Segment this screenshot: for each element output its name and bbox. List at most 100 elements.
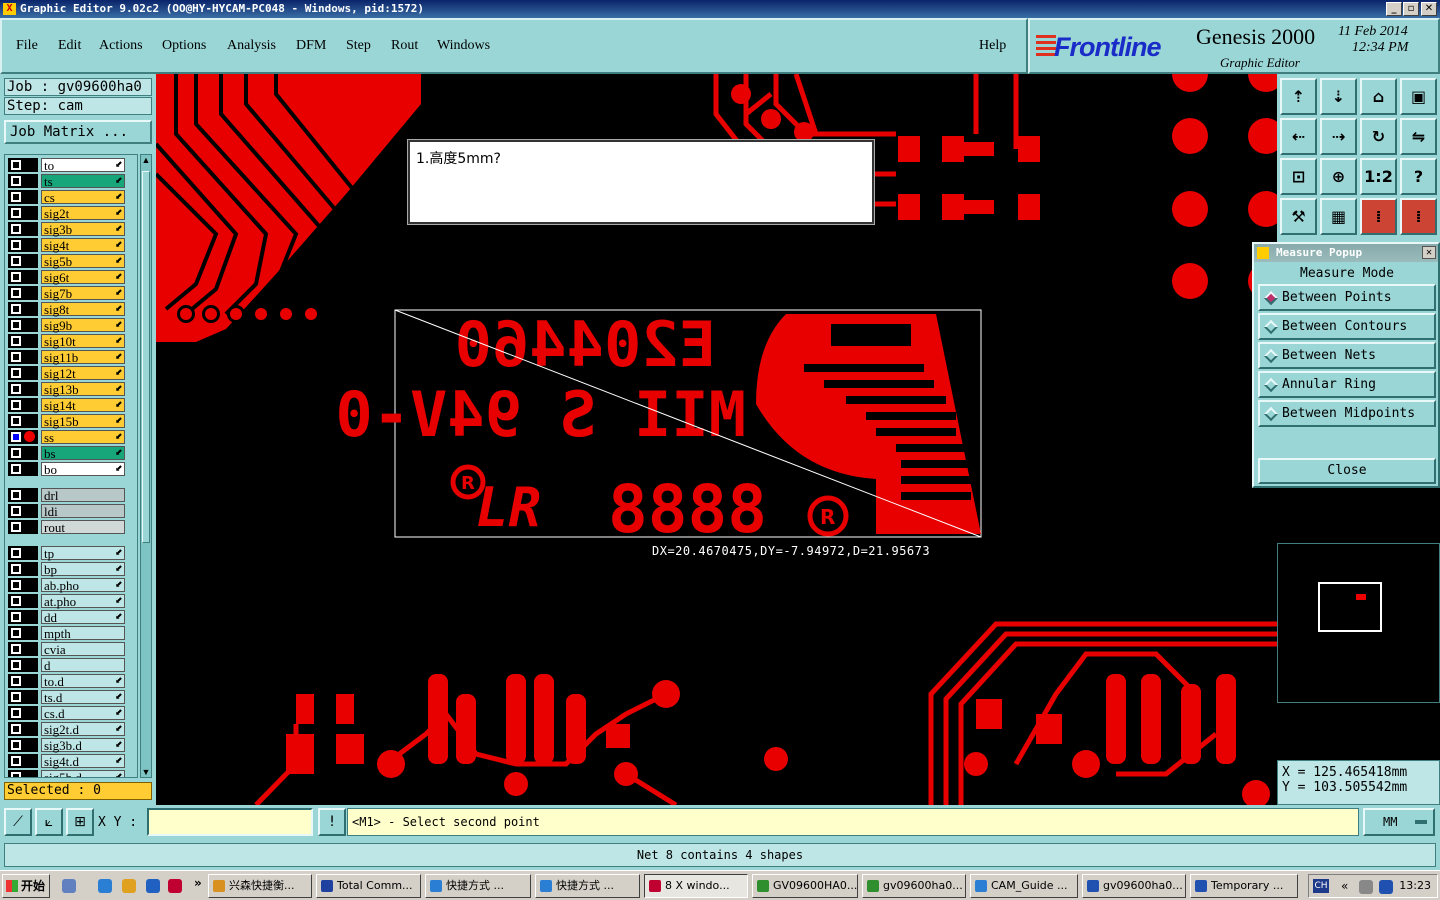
layer-row[interactable]: bs ⬋ (5, 445, 137, 461)
layer-row[interactable]: sig6t ⬋ (5, 269, 137, 285)
layer-name[interactable]: bo (41, 462, 125, 476)
overview-map[interactable] (1277, 543, 1440, 703)
layer-name[interactable]: dd (41, 610, 125, 624)
scroll-thumb[interactable] (142, 171, 150, 543)
layer-name[interactable]: ldi (41, 504, 125, 518)
layer-menu-icon[interactable]: ⬋ (115, 755, 123, 766)
layer-row[interactable]: sig7b ⬋ (5, 285, 137, 301)
layer-row[interactable]: sig5b.d ⬋ (5, 769, 137, 777)
layer-row[interactable]: ts.d ⬋ (5, 689, 137, 705)
layer-name[interactable]: sig14t (41, 398, 125, 412)
layer-row[interactable]: sig10t ⬋ (5, 333, 137, 349)
layer-checkbox[interactable] (8, 398, 38, 412)
measure-icon[interactable]: ⟀ (35, 808, 63, 836)
layer-checkbox[interactable] (8, 270, 38, 284)
graphic-canvas[interactable]: E204460 MII S 94V-0 8888 LR R R 1.高度5mm?… (156, 74, 1277, 805)
layer-checkbox[interactable] (8, 382, 38, 396)
center-icon[interactable]: ⊕ (1320, 158, 1357, 195)
layer-checkbox[interactable] (8, 462, 38, 476)
layer-menu-icon[interactable]: ⬋ (115, 739, 123, 750)
layer-checkbox[interactable] (8, 174, 38, 188)
layer-row[interactable]: mpth (5, 625, 137, 641)
layer-row[interactable]: sig3b.d ⬋ (5, 737, 137, 753)
xy-input[interactable] (147, 808, 313, 836)
layer-name[interactable]: cs (41, 190, 125, 204)
taskbar-task[interactable]: 快捷方式 ... (535, 874, 640, 898)
layer-menu-icon[interactable]: ⬋ (115, 383, 123, 394)
layer-name[interactable]: sig8t (41, 302, 125, 316)
menu-dfm[interactable]: DFM (296, 38, 326, 54)
taskbar-task[interactable]: gv09600ha0... (862, 874, 966, 898)
layer-menu-icon[interactable]: ⬋ (115, 547, 123, 558)
quicklaunch-icon-4[interactable] (146, 879, 160, 893)
layer-checkbox[interactable] (8, 770, 38, 777)
tools-icon[interactable]: ⚒ (1280, 198, 1317, 235)
layer-checkbox[interactable] (8, 562, 38, 576)
overview-viewport[interactable] (1318, 582, 1382, 632)
layer-row[interactable]: sig13b ⬋ (5, 381, 137, 397)
maximize-button[interactable]: ▫ (1403, 2, 1419, 16)
layer-checkbox[interactable] (8, 206, 38, 220)
layer-menu-icon[interactable]: ⬋ (115, 691, 123, 702)
layer-checkbox[interactable] (8, 350, 38, 364)
taskbar-task[interactable]: 8 X windo... (644, 874, 748, 898)
layer-menu-icon[interactable]: ⬋ (115, 303, 123, 314)
layer-row[interactable]: ldi (5, 503, 137, 519)
layer-b-icon[interactable]: ⁞ (1400, 198, 1437, 235)
zoom-in-icon[interactable]: ⇣ (1320, 78, 1357, 115)
language-indicator[interactable]: CH (1313, 879, 1329, 893)
layer-list-scrollbar[interactable]: ▲ ▼ (140, 154, 152, 778)
layer-menu-icon[interactable]: ⬋ (115, 723, 123, 734)
keyboard-icon[interactable] (1359, 880, 1373, 894)
layer-name[interactable]: sig7b (41, 286, 125, 300)
taskbar-task[interactable]: Total Comm... (316, 874, 421, 898)
layer-checkbox[interactable] (8, 222, 38, 236)
layer-checkbox[interactable] (8, 690, 38, 704)
layer-name[interactable]: tp (41, 546, 125, 560)
layer-checkbox[interactable] (8, 446, 38, 460)
layer-checkbox[interactable] (8, 286, 38, 300)
layer-checkbox[interactable] (8, 610, 38, 624)
layer-checkbox[interactable] (8, 238, 38, 252)
layer-name[interactable]: d (41, 658, 125, 672)
layer-row[interactable]: to ⬋ (5, 157, 137, 173)
layer-menu-icon[interactable]: ⬋ (115, 367, 123, 378)
layer-name[interactable]: sig12t (41, 366, 125, 380)
layer-row[interactable]: sig5b ⬋ (5, 253, 137, 269)
layer-checkbox[interactable] (8, 658, 38, 672)
layer-checkbox[interactable] (8, 754, 38, 768)
menu-edit[interactable]: Edit (58, 38, 81, 54)
layer-menu-icon[interactable]: ⬋ (115, 255, 123, 266)
layer-a-icon[interactable]: ⁞ (1360, 198, 1397, 235)
layer-menu-icon[interactable]: ⬋ (115, 447, 123, 458)
layer-menu-icon[interactable]: ⬋ (115, 579, 123, 590)
layer-row[interactable]: ss ⬋ (5, 429, 137, 445)
layer-name[interactable]: at.pho (41, 594, 125, 608)
layer-row[interactable]: sig8t ⬋ (5, 301, 137, 317)
layer-checkbox[interactable] (8, 722, 38, 736)
menu-help[interactable]: Help (979, 38, 1006, 54)
layer-checkbox[interactable] (8, 366, 38, 380)
layer-row[interactable]: sig11b ⬋ (5, 349, 137, 365)
layer-checkbox[interactable] (8, 738, 38, 752)
job-matrix-button[interactable]: Job Matrix ... (4, 120, 152, 144)
tray-expand-icon[interactable]: « (1341, 875, 1348, 897)
layer-row[interactable]: sig4t.d ⬋ (5, 753, 137, 769)
start-button[interactable]: 开始 (2, 874, 50, 898)
measure-option[interactable]: Between Midpoints (1258, 400, 1436, 427)
layer-name[interactable]: sig15b (41, 414, 125, 428)
layer-checkbox[interactable] (8, 414, 38, 428)
layer-name[interactable]: bs (41, 446, 125, 460)
layer-checkbox[interactable] (8, 594, 38, 608)
layer-menu-icon[interactable]: ⬋ (115, 223, 123, 234)
layer-name[interactable]: ss (41, 430, 125, 444)
layer-name[interactable]: bp (41, 562, 125, 576)
x-icon[interactable] (168, 879, 182, 893)
layer-name[interactable]: sig11b (41, 350, 125, 364)
more-icon[interactable]: » (194, 876, 202, 890)
grid-snap-icon[interactable]: ⊞ (66, 808, 94, 836)
layer-menu-icon[interactable]: ⬋ (115, 399, 123, 410)
measure-option[interactable]: Between Points (1258, 284, 1436, 311)
layer-row[interactable]: sig15b ⬋ (5, 413, 137, 429)
menu-file[interactable]: File (16, 38, 38, 54)
